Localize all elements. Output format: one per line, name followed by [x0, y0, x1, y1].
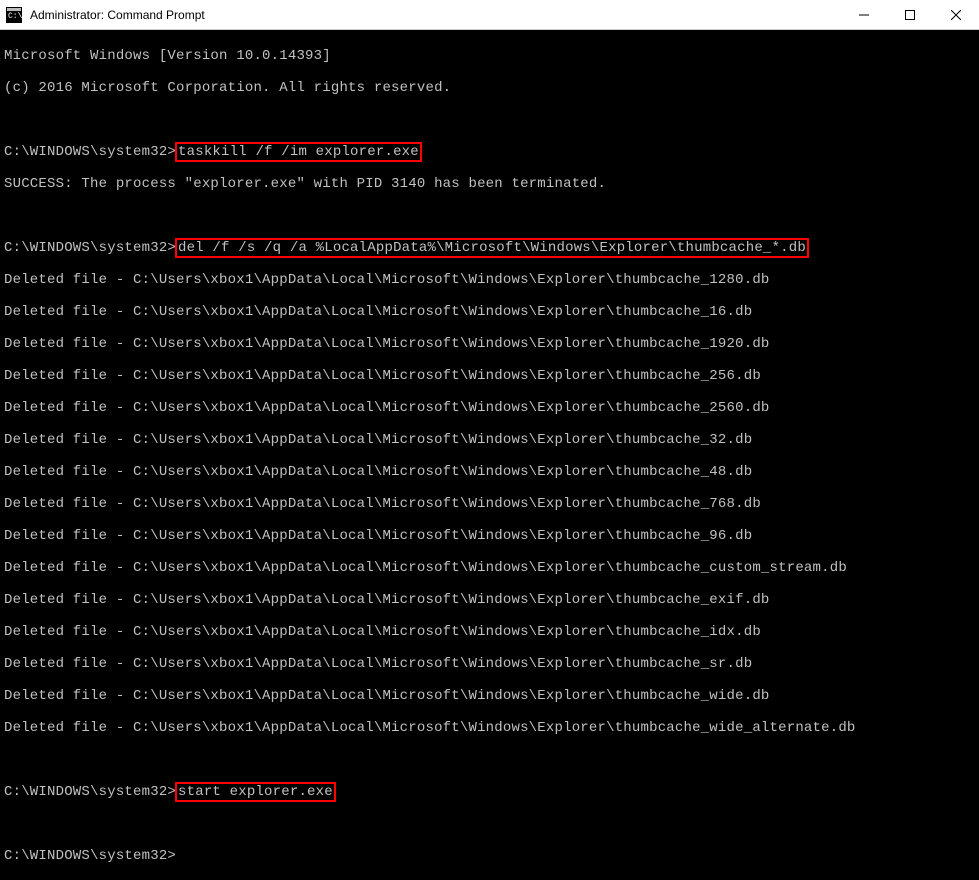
cmd-icon: C:\ — [6, 7, 22, 23]
deleted-line: Deleted file - C:\Users\xbox1\AppData\Lo… — [4, 304, 975, 320]
svg-text:C:\: C:\ — [8, 12, 22, 21]
prompt-line-2: C:\WINDOWS\system32>del /f /s /q /a %Loc… — [4, 240, 975, 256]
blank-line — [4, 112, 975, 128]
deleted-line: Deleted file - C:\Users\xbox1\AppData\Lo… — [4, 464, 975, 480]
prompt-prefix: C:\WINDOWS\system32> — [4, 784, 176, 800]
minimize-icon — [859, 10, 869, 20]
deleted-line: Deleted file - C:\Users\xbox1\AppData\Lo… — [4, 432, 975, 448]
deleted-line: Deleted file - C:\Users\xbox1\AppData\Lo… — [4, 272, 975, 288]
deleted-line: Deleted file - C:\Users\xbox1\AppData\Lo… — [4, 720, 975, 736]
success-line: SUCCESS: The process "explorer.exe" with… — [4, 176, 975, 192]
deleted-line: Deleted file - C:\Users\xbox1\AppData\Lo… — [4, 688, 975, 704]
command-highlight-2: del /f /s /q /a %LocalAppData%\Microsoft… — [175, 238, 809, 258]
prompt-prefix: C:\WINDOWS\system32> — [4, 240, 176, 256]
window-titlebar: C:\ Administrator: Command Prompt — [0, 0, 979, 30]
deleted-line: Deleted file - C:\Users\xbox1\AppData\Lo… — [4, 624, 975, 640]
blank-line — [4, 752, 975, 768]
close-button[interactable] — [933, 0, 979, 29]
prompt-line-4: C:\WINDOWS\system32> — [4, 848, 975, 864]
blank-line — [4, 816, 975, 832]
command-highlight-1: taskkill /f /im explorer.exe — [175, 142, 422, 162]
deleted-line: Deleted file - C:\Users\xbox1\AppData\Lo… — [4, 368, 975, 384]
deleted-line: Deleted file - C:\Users\xbox1\AppData\Lo… — [4, 336, 975, 352]
blank-line — [4, 208, 975, 224]
version-line: Microsoft Windows [Version 10.0.14393] — [4, 48, 975, 64]
close-icon — [951, 10, 961, 20]
window-controls — [841, 0, 979, 29]
maximize-button[interactable] — [887, 0, 933, 29]
maximize-icon — [905, 10, 915, 20]
deleted-line: Deleted file - C:\Users\xbox1\AppData\Lo… — [4, 496, 975, 512]
command-highlight-3: start explorer.exe — [175, 782, 336, 802]
prompt-line-3: C:\WINDOWS\system32>start explorer.exe — [4, 784, 975, 800]
deleted-line: Deleted file - C:\Users\xbox1\AppData\Lo… — [4, 592, 975, 608]
copyright-line: (c) 2016 Microsoft Corporation. All righ… — [4, 80, 975, 96]
prompt-line-1: C:\WINDOWS\system32>taskkill /f /im expl… — [4, 144, 975, 160]
deleted-line: Deleted file - C:\Users\xbox1\AppData\Lo… — [4, 400, 975, 416]
prompt-prefix: C:\WINDOWS\system32> — [4, 144, 176, 160]
deleted-line: Deleted file - C:\Users\xbox1\AppData\Lo… — [4, 528, 975, 544]
window-title: Administrator: Command Prompt — [28, 8, 841, 22]
terminal-output[interactable]: Microsoft Windows [Version 10.0.14393] (… — [0, 30, 979, 512]
minimize-button[interactable] — [841, 0, 887, 29]
deleted-line: Deleted file - C:\Users\xbox1\AppData\Lo… — [4, 560, 975, 576]
deleted-line: Deleted file - C:\Users\xbox1\AppData\Lo… — [4, 656, 975, 672]
